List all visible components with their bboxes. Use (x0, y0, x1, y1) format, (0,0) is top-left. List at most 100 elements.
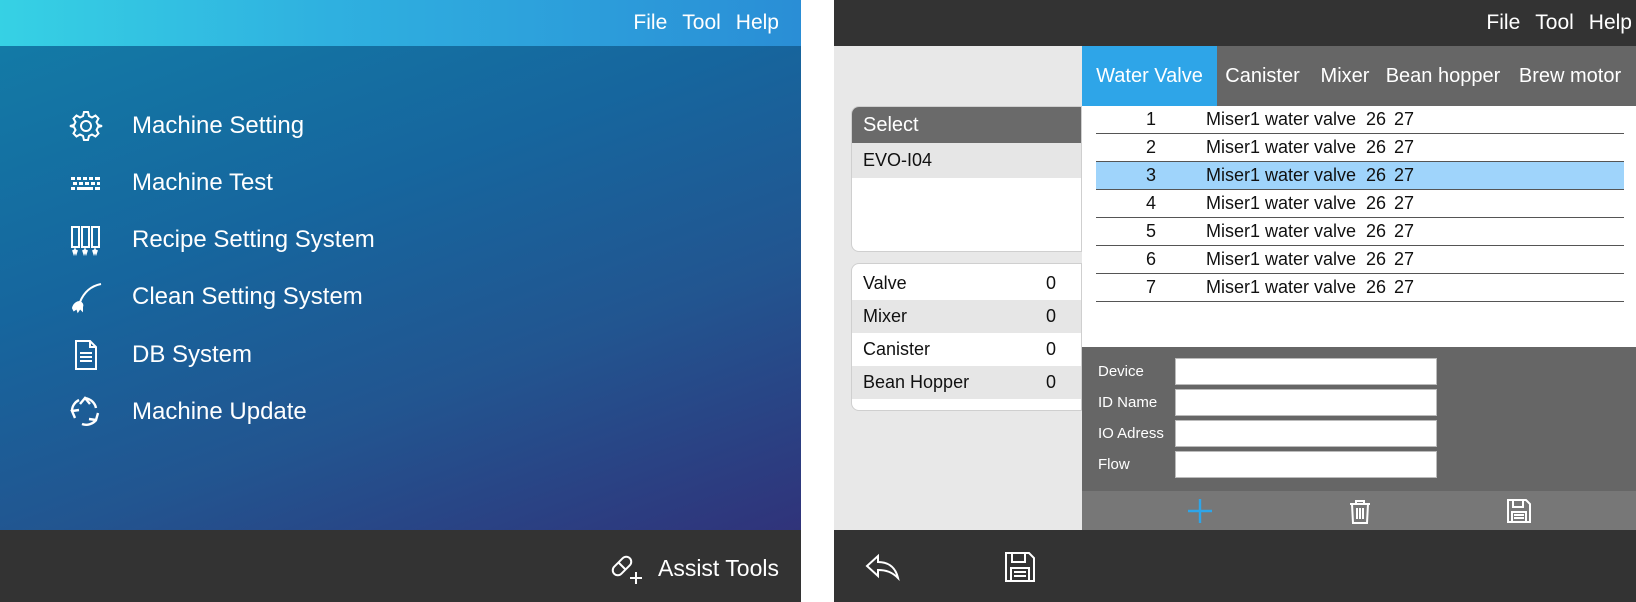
table-row[interactable]: 1 Miser1 water valve 26 27 (1096, 106, 1624, 134)
row-id: 1 (1145, 109, 1156, 129)
document-icon (66, 335, 106, 375)
menu-bar: File Tool Help (633, 11, 779, 35)
bottom-bar (834, 530, 1636, 602)
nav-clean-setting[interactable]: Clean Setting System (66, 275, 363, 319)
row-io-a: 26 (1366, 137, 1387, 157)
nav-machine-setting[interactable]: Machine Setting (66, 104, 304, 148)
add-button[interactable] (1185, 496, 1215, 526)
row-name: Miser1 water valve (1206, 277, 1357, 297)
ioaddr-row: IO Adress (1098, 420, 1437, 447)
count-value: 0 (1046, 273, 1057, 293)
count-value: 0 (1046, 339, 1057, 359)
row-io-a: 26 (1366, 165, 1387, 185)
row-io-b: 27 (1394, 193, 1415, 213)
row-io-a: 26 (1366, 109, 1387, 129)
plus-icon (1188, 499, 1212, 523)
undo-arrow-icon (865, 553, 900, 582)
row-name: Miser1 water valve (1206, 137, 1357, 157)
valve-table: 1 Miser1 water valve 26 27 2 Miser1 wate… (1082, 106, 1636, 347)
row-io-a: 26 (1366, 193, 1387, 213)
menu-help[interactable]: Help (736, 11, 779, 35)
nav-machine-update[interactable]: Machine Update (66, 390, 307, 434)
trash-icon (1350, 500, 1370, 524)
row-io-a: 26 (1366, 277, 1387, 297)
count-row-mixer: Mixer 0 (852, 300, 1081, 333)
count-label: Bean Hopper (863, 372, 970, 392)
row-io-a: 26 (1366, 249, 1387, 269)
brush-icon (66, 277, 106, 317)
device-label: Device (1098, 363, 1144, 380)
assist-tools-button[interactable]: Assist Tools (608, 550, 779, 586)
count-value: 0 (1046, 372, 1057, 392)
tab-canister[interactable]: Canister (1217, 46, 1308, 106)
title-bar: File Tool Help (0, 0, 801, 46)
nav-label: Machine Setting (132, 112, 305, 139)
nav-db-system[interactable]: DB System (66, 333, 252, 377)
gear-icon (66, 106, 106, 146)
row-io-b: 27 (1394, 249, 1415, 269)
menu-tool[interactable]: Tool (1535, 11, 1574, 35)
row-io-a: 26 (1366, 221, 1387, 241)
table-row[interactable]: 5 Miser1 water valve 26 27 (1096, 218, 1624, 246)
count-label: Mixer (863, 306, 907, 326)
assist-tools-label: Assist Tools (657, 554, 779, 581)
floppy-icon (1005, 552, 1035, 582)
save-row-button[interactable] (1504, 496, 1534, 526)
row-io-b: 27 (1394, 137, 1415, 157)
table-row[interactable]: 2 Miser1 water valve 26 27 (1096, 134, 1624, 162)
save-button[interactable] (1001, 548, 1039, 586)
pill-add-icon (611, 555, 642, 584)
tab-mixer[interactable]: Mixer (1308, 46, 1382, 106)
row-name: Miser1 water valve (1206, 193, 1357, 213)
row-id: 7 (1145, 277, 1156, 297)
nav-label: Clean Setting System (132, 283, 363, 310)
count-row-canister: Canister 0 (852, 333, 1081, 366)
table-row[interactable]: 4 Miser1 water valve 26 27 (1096, 190, 1624, 218)
tab-bean-hopper[interactable]: Bean hopper (1382, 46, 1504, 106)
select-option[interactable]: EVO-I04 (852, 143, 1081, 178)
delete-button[interactable] (1345, 496, 1375, 526)
device-field[interactable] (1175, 358, 1437, 385)
menu-help[interactable]: Help (1589, 11, 1632, 35)
table-row[interactable]: 6 Miser1 water valve 26 27 (1096, 246, 1624, 274)
idname-field[interactable] (1175, 389, 1437, 416)
flow-field[interactable] (1175, 451, 1437, 478)
device-tabs: Water Valve Canister Mixer Bean hopper B… (1082, 46, 1636, 106)
table-row-selected[interactable]: 3 Miser1 water valve 26 27 (1096, 162, 1624, 190)
back-button[interactable] (864, 548, 902, 586)
main-menu-window: File Tool Help Machine Setting Machine T… (0, 0, 801, 602)
water-valve-config-window: File Tool Help Water Valve Canister Mixe… (834, 0, 1636, 602)
tab-brew-motor[interactable]: Brew motor (1504, 46, 1636, 106)
menu-tool[interactable]: Tool (682, 11, 721, 35)
row-io-b: 27 (1394, 165, 1415, 185)
count-label: Valve (863, 273, 907, 293)
cylinders-icon (66, 220, 106, 260)
nav-label: Recipe Setting System (132, 226, 375, 253)
flow-label: Flow (1098, 456, 1130, 473)
keyboard-icon (66, 163, 106, 203)
count-value: 0 (1046, 306, 1057, 326)
tab-water-valve[interactable]: Water Valve (1082, 46, 1217, 106)
menu-file[interactable]: File (633, 11, 667, 35)
menu-file[interactable]: File (1486, 11, 1520, 35)
recycle-icon (66, 392, 106, 432)
row-id: 3 (1145, 165, 1156, 185)
ioaddr-field[interactable] (1175, 420, 1437, 447)
nav-recipe-setting[interactable]: Recipe Setting System (66, 218, 375, 262)
count-row-bean-hopper: Bean Hopper 0 (852, 366, 1081, 399)
row-io-b: 27 (1394, 221, 1415, 241)
row-name: Miser1 water valve (1206, 221, 1357, 241)
action-bar (1082, 491, 1636, 530)
select-list: Select EVO-I04 (851, 106, 1082, 252)
count-row-valve: Valve 0 (852, 267, 1081, 300)
select-header: Select (852, 107, 1081, 143)
title-bar: File Tool Help (834, 0, 1636, 46)
floppy-icon (1507, 499, 1531, 523)
nav-machine-test[interactable]: Machine Test (66, 161, 273, 205)
nav-label: Machine Update (132, 398, 307, 425)
row-id: 6 (1145, 249, 1156, 269)
row-id: 4 (1145, 193, 1156, 213)
flow-row: Flow (1098, 451, 1437, 478)
device-row: Device (1098, 358, 1437, 385)
table-row[interactable]: 7 Miser1 water valve 26 27 (1096, 274, 1624, 302)
